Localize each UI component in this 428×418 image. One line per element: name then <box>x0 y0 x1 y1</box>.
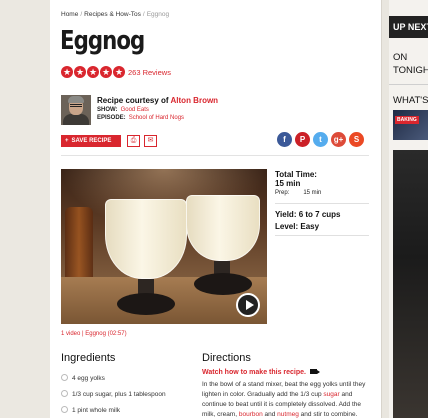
total-time-label: Total Time: <box>275 170 317 179</box>
on-tonight-line-1[interactable]: ON <box>393 52 407 63</box>
ingredient-link[interactable]: nutmeg <box>277 411 299 418</box>
total-time-value: 15 min <box>275 179 301 188</box>
eggnog-glass-right <box>186 195 266 299</box>
play-icon <box>246 300 254 310</box>
episode-link[interactable]: School of Hard Nogs <box>129 115 184 121</box>
ingredient-link[interactable]: bourbon <box>239 411 263 418</box>
breadcrumb-section[interactable]: Recipes & How-Tos <box>84 11 141 18</box>
eggnog-glass-left <box>105 199 195 323</box>
author-link[interactable]: Alton Brown <box>171 96 219 105</box>
divider <box>61 155 369 156</box>
yield-line: Yield: 6 to 7 cups <box>275 210 341 219</box>
level-label: Level: <box>275 222 299 231</box>
episode-label: EPISODE: <box>97 115 126 121</box>
directions-heading: Directions <box>202 352 251 364</box>
play-video-button[interactable] <box>236 293 260 317</box>
info-divider <box>275 235 369 236</box>
recipe-main-column: Home / Recipes & How-Tos / Eggnog Eggnog ★ ★… <box>50 0 382 418</box>
up-next-header[interactable]: UP NEXT <box>389 16 428 38</box>
prep-label: Prep: <box>275 190 290 196</box>
checkbox-icon[interactable] <box>61 390 68 397</box>
page: Home / Recipes & How-Tos / Eggnog Eggnog ★ ★… <box>0 0 428 418</box>
ingredient-link[interactable]: sugar <box>323 391 339 398</box>
courtesy-prefix: Recipe courtesy of <box>97 96 169 105</box>
googleplus-share-icon[interactable]: g+ <box>331 132 346 147</box>
star-icon: ★ <box>61 66 73 78</box>
email-button[interactable]: ✉ <box>144 135 157 147</box>
info-divider <box>275 203 369 204</box>
video-caption-link[interactable]: 1 video | Eggnog (02:57) <box>61 331 127 337</box>
show-line: SHOW: Good Eats <box>97 107 149 113</box>
breadcrumb-home[interactable]: Home <box>61 11 78 18</box>
show-link[interactable]: Good Eats <box>121 107 149 113</box>
page-title: Eggnog <box>60 26 145 56</box>
star-icon: ★ <box>74 66 86 78</box>
sidebar-thumbnail[interactable]: BAKING <box>393 110 428 140</box>
sidebar-divider <box>389 84 428 85</box>
show-label: SHOW: <box>97 107 118 113</box>
level-line: Level: Easy <box>275 222 319 231</box>
thumbnail-tag: BAKING <box>395 116 419 124</box>
save-recipe-label: SAVE RECIPE <box>71 138 112 144</box>
facebook-share-icon[interactable]: f <box>277 132 292 147</box>
video-camera-icon <box>310 369 320 374</box>
reviews-link[interactable]: 263 Reviews <box>128 68 171 77</box>
ingredients-heading: Ingredients <box>61 352 116 364</box>
checkbox-icon[interactable] <box>61 374 68 381</box>
recipe-courtesy: Recipe courtesy of Alton Brown <box>97 96 218 105</box>
watch-video-link[interactable]: Watch how to make this recipe. <box>202 369 320 376</box>
checkbox-icon[interactable] <box>61 406 68 413</box>
right-sidebar: UP NEXT ON TONIGHT WHAT'S H BAKING <box>389 0 428 418</box>
ingredient-item[interactable]: 1/3 cup sugar, plus 1 tablespoon <box>61 390 166 398</box>
ingredient-item[interactable]: 4 egg yolks <box>61 374 105 382</box>
author-avatar[interactable] <box>61 95 91 125</box>
directions-text: In the bowl of a stand mixer, beat the e… <box>202 381 366 418</box>
twitter-share-icon[interactable]: t <box>313 132 328 147</box>
breadcrumb: Home / Recipes & How-Tos / Eggnog <box>61 11 170 18</box>
recipe-video-image[interactable] <box>61 169 267 324</box>
print-button[interactable]: ⎙ <box>127 135 140 147</box>
star-icon: ★ <box>100 66 112 78</box>
save-recipe-button[interactable]: + SAVE RECIPE <box>61 135 121 147</box>
whats-hot-heading: WHAT'S H <box>393 95 428 106</box>
yield-label: Yield: <box>275 210 297 219</box>
pinterest-share-icon[interactable]: P <box>295 132 310 147</box>
ingredient-item[interactable]: 1 pint whole milk <box>61 406 120 414</box>
rating-stars[interactable]: ★ ★ ★ ★ ★ <box>61 66 125 78</box>
prep-value: 15 min <box>303 190 322 196</box>
star-icon: ★ <box>87 66 99 78</box>
email-icon: ✉ <box>147 137 154 144</box>
sidebar-promo-image[interactable] <box>393 150 428 418</box>
prep-time: Prep: 15 min <box>275 190 321 196</box>
star-icon: ★ <box>113 66 125 78</box>
stumbleupon-share-icon[interactable]: S <box>349 132 364 147</box>
yield-value: 6 to 7 cups <box>298 210 341 219</box>
breadcrumb-current: Eggnog <box>146 11 170 18</box>
print-icon: ⎙ <box>130 137 137 144</box>
left-gutter <box>0 0 50 418</box>
on-tonight-line-2[interactable]: TONIGHT <box>393 65 428 76</box>
plus-icon: + <box>65 138 69 144</box>
level-value: Easy <box>300 222 320 231</box>
episode-line: EPISODE: School of Hard Nogs <box>97 115 184 121</box>
